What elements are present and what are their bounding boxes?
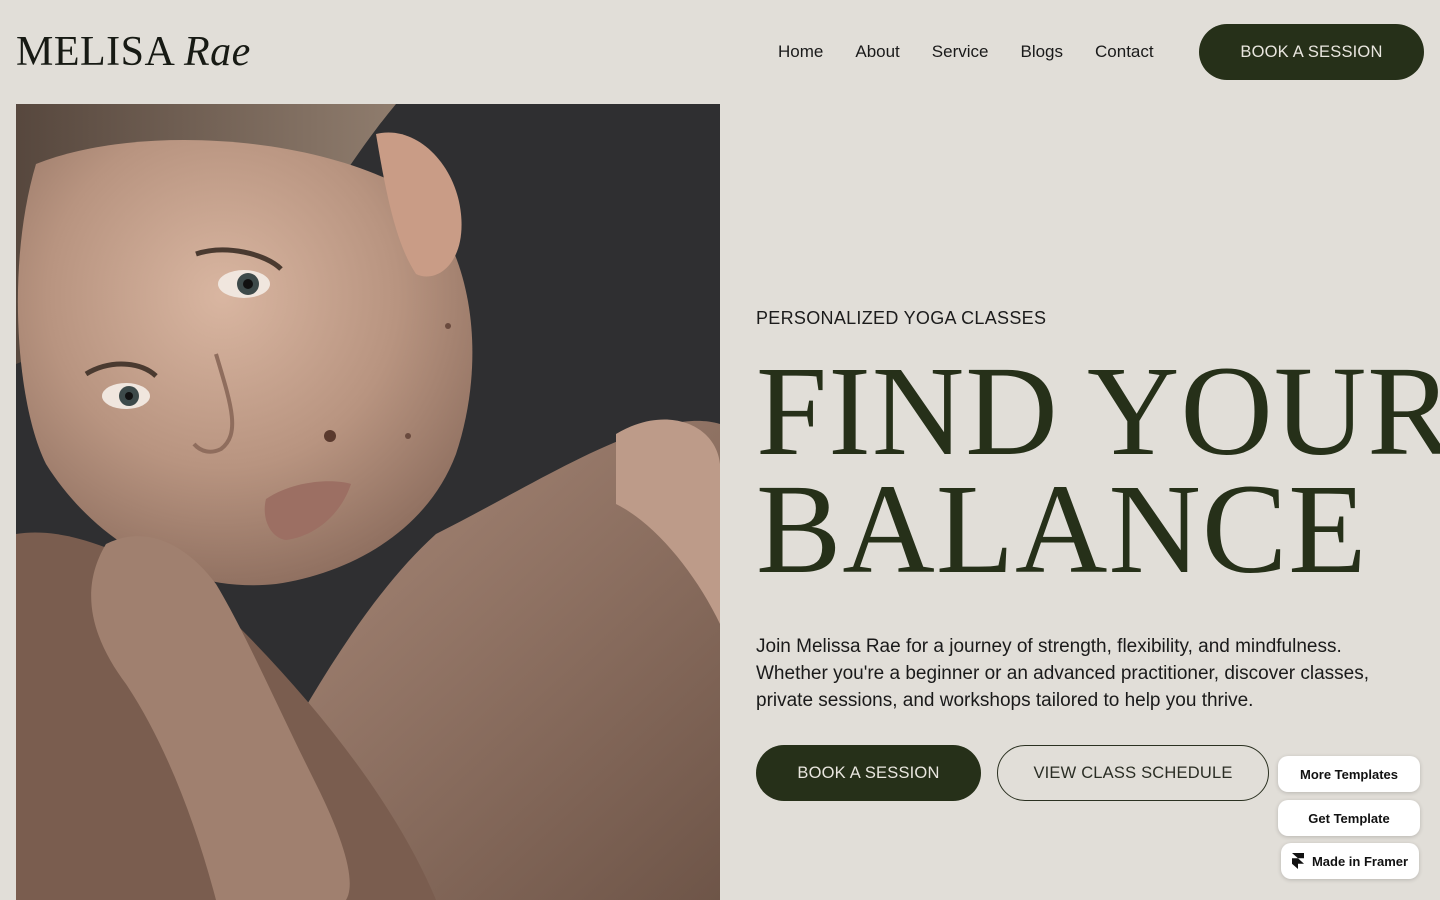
hero-lead-text: Join Melissa Rae for a journey of streng… [756,636,1370,711]
hero-headline-line-2: BALANCE [756,458,1368,600]
nav-item-blogs[interactable]: Blogs [1020,40,1063,64]
portrait-photo-icon [16,104,720,900]
hero-headline-line-1: FIND YOUR [756,340,1440,482]
hero-headline: FIND YOUR BALANCE [756,340,1440,600]
made-in-framer-label: Made in Framer [1311,853,1409,869]
framer-logo-icon [1291,853,1304,869]
brand-logo[interactable]: MELISA Rae [16,30,251,74]
get-template-button[interactable]: Get Template [1278,800,1420,836]
book-session-button[interactable]: BOOK A SESSION [756,745,981,801]
nav-book-session-button[interactable]: BOOK A SESSION [1199,24,1424,80]
nav-item-service[interactable]: Service [932,40,989,64]
nav-item-home[interactable]: Home [778,40,823,64]
nav-item-about[interactable]: About [855,40,899,64]
view-class-schedule-button[interactable]: VIEW CLASS SCHEDULE [997,745,1269,801]
nav-item-contact[interactable]: Contact [1095,40,1154,64]
main-nav: Home About Service Blogs Contact [778,40,1154,64]
hero-portrait-image [16,104,720,900]
brand-name-italic: Rae [184,29,251,75]
made-in-framer-badge[interactable]: Made in Framer [1281,843,1419,879]
more-templates-button[interactable]: More Templates [1278,756,1420,792]
brand-name-regular: MELISA [16,29,174,75]
hero-kicker: PERSONALIZED YOGA CLASSES [756,308,1047,328]
